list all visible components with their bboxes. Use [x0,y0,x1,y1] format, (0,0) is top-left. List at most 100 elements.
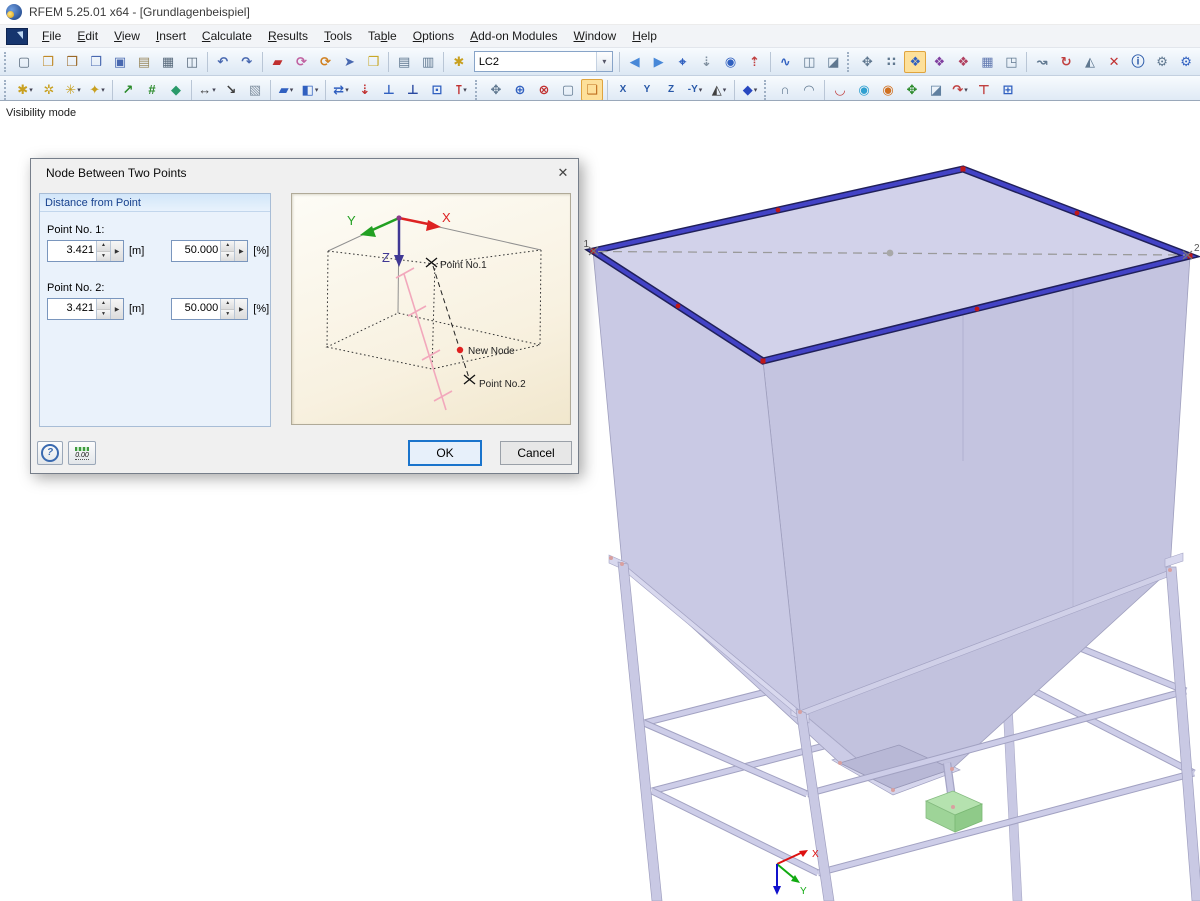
dialog-title-bar[interactable]: Node Between Two Points ✕ [31,159,578,186]
panel-isobands-button[interactable]: ◉ [853,79,875,101]
menu-tools[interactable]: Tools [316,27,360,45]
toolbar-grip[interactable] [4,79,9,100]
toolbar-grip[interactable] [475,79,480,100]
menu-edit[interactable]: Edit [69,27,106,45]
result-beam-button[interactable]: ⊤ [973,79,995,101]
show-loads-button[interactable]: ⌖ [672,51,694,73]
new-nodal-support-button[interactable]: ⊥ [378,79,400,101]
new-model-button[interactable]: ▢ [13,51,35,73]
new-node-button[interactable]: ✱ ▾ [14,79,36,101]
snap-grid-button[interactable]: ∷ [880,51,902,73]
move-copy-button[interactable]: ⇄ ▾ [330,79,352,101]
point1-distance-expand-button[interactable]: ▶ [110,241,123,261]
new-node-preview[interactable] [886,249,894,257]
section-button[interactable]: ◪ [925,79,947,101]
zoom-by-window-button[interactable]: ⊕ [509,79,531,101]
point1-distance-down-button[interactable]: ▼ [97,251,110,261]
walk-through-mode-button[interactable]: ✥ [485,79,507,101]
new-surface-button[interactable]: ▰ ▾ [275,79,297,101]
cancel-button[interactable]: Cancel [500,441,572,465]
print-button[interactable]: ▦ [157,51,179,73]
new-member-button[interactable]: ↗ [117,79,139,101]
toolbar-grip[interactable] [847,51,851,72]
new-dimension-button[interactable]: ↔ ▾ [196,79,218,101]
menu-results[interactable]: Results [260,27,316,45]
work-plane-visibility-button[interactable]: ❏ [581,78,603,101]
panel-isolines-button[interactable]: ◉ [877,79,899,101]
point2-percent-expand-button[interactable]: ▶ [234,299,248,319]
view-in-y-button[interactable]: Y [636,79,658,101]
previous-load-case-button[interactable]: ◀ [624,51,646,73]
view-in-minus-y-button[interactable]: -Y ▾ [684,79,706,101]
ok-button[interactable]: OK [408,440,482,466]
point2-percent-down-button[interactable]: ▼ [221,309,235,319]
point2-distance-expand-button[interactable]: ▶ [110,299,123,319]
new-node-on-line-button[interactable]: ✲ [38,79,60,101]
show-wireframe-button[interactable]: ▢ [557,79,579,101]
new-opening-button[interactable]: ◧ ▾ [299,79,321,101]
new-surface-from-members-button[interactable]: ◆ [165,79,187,101]
menu-help[interactable]: Help [624,27,665,45]
mirror-button[interactable]: ◭ [1079,51,1101,73]
point2-percent-input[interactable] [172,299,221,317]
save-button[interactable]: ▣ [109,51,131,73]
menu-view[interactable]: View [106,27,148,45]
menu-file[interactable]: File [34,27,69,45]
display-properties-button[interactable]: ◫ [798,51,820,73]
isometric-view-button[interactable]: ◭ ▾ [708,79,730,101]
new-member-set-button[interactable]: # [141,79,163,101]
menu-calculate[interactable]: Calculate [194,27,260,45]
zoom-out-button[interactable]: ⊗ [533,79,555,101]
comments-button[interactable]: ◪ [822,51,844,73]
dialog-close-button[interactable]: ✕ [548,159,578,186]
model-document-icon[interactable] [6,27,28,45]
visibility-mode-button[interactable]: ❖ [904,50,927,73]
show-deformation-button[interactable]: ◡ [829,79,851,101]
rotate-view-mouse-button[interactable]: ⟳ [290,51,312,73]
units-settings-button[interactable]: 0.00 [68,441,96,465]
open-model-button[interactable]: ❒ [37,51,59,73]
result-vectors-button[interactable]: ✥ [901,79,923,101]
rotate-view-axis-button[interactable]: ⟳ [314,51,336,73]
print-preview-button[interactable]: ◫ [181,51,203,73]
new-symbol-button[interactable]: ↘ [220,79,242,101]
new-surface-support-button[interactable]: ⊡ [426,79,448,101]
new-line-support-button[interactable]: ⊥ [402,79,424,101]
point2-distance-input[interactable] [48,299,96,317]
menu-window[interactable]: Window [566,27,625,45]
result-tables-button[interactable]: ⊞ [997,79,1019,101]
show-result-values-button[interactable]: ⇡ [744,51,766,73]
point2-distance-up-button[interactable]: ▲ [97,299,110,310]
view-in-z-button[interactable]: Z [660,79,682,101]
visibility-by-numbering-button[interactable]: ▦ [976,51,998,73]
show-load-values-button[interactable]: ⇣ [696,51,718,73]
delete-objects-button[interactable]: ✕ [1103,51,1125,73]
rendering-mode-button[interactable]: ◆ ▾ [739,79,761,101]
select-objects-button[interactable]: ↝ [1031,51,1053,73]
table-position-button[interactable]: ▥ [417,51,439,73]
redo-button[interactable]: ↷ [236,51,258,73]
menu-table[interactable]: Table [360,27,405,45]
node-between-two-points-button[interactable]: ✦ ▾ [86,79,108,101]
menu-insert[interactable]: Insert [148,27,194,45]
select-by-window-button[interactable]: ▰ [266,51,288,73]
page-setup-button[interactable]: ▤ [133,51,155,73]
point1-percent-expand-button[interactable]: ▶ [234,241,248,261]
visibility-by-window-button[interactable]: ❖ [928,51,950,73]
member-releases-button[interactable]: ∿ [774,51,796,73]
title-bar[interactable]: RFEM 5.25.01 x64 - [Grundlagenbeispiel] [0,0,1200,25]
combo-dropdown-icon[interactable]: ▾ [595,52,612,71]
result-panel-button[interactable]: ◠ [798,79,820,101]
project-node-onto-line-button[interactable]: ⇣ [354,79,376,101]
view-in-x-button[interactable]: X [612,79,634,101]
point1-percent-input[interactable] [172,241,221,259]
generate-results-button[interactable]: ↷ ▾ [949,79,971,101]
load-case-combobox[interactable]: LC2 ▾ [473,51,613,72]
save-as-archive-button[interactable]: ❒ [85,51,107,73]
user-defined-visibility-button[interactable]: ◳ [1000,51,1022,73]
rotate-about-node-button[interactable]: ↻ [1055,51,1077,73]
new-load-case-button[interactable]: ✱ [448,51,470,73]
point1-distance-up-button[interactable]: ▲ [97,241,110,252]
point1-percent-down-button[interactable]: ▼ [221,251,235,261]
toolbar-grip[interactable] [764,79,769,100]
